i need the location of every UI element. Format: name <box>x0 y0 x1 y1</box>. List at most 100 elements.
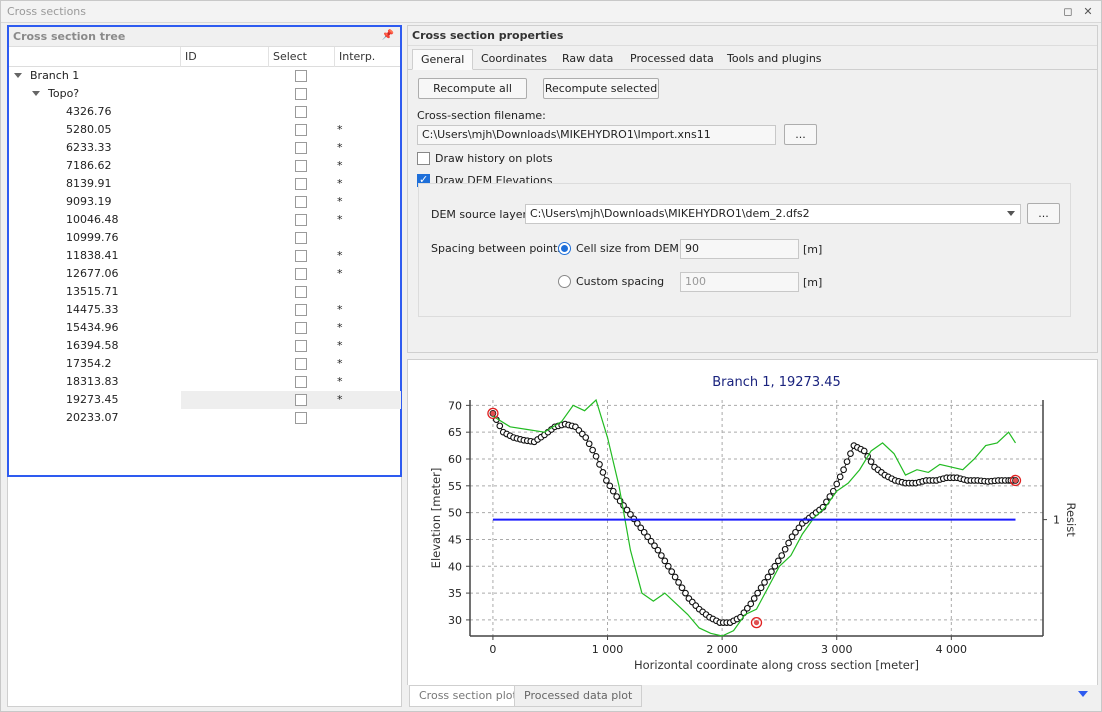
select-checkbox[interactable] <box>295 160 307 172</box>
custom-spacing-field[interactable]: 100 <box>680 272 799 292</box>
select-checkbox[interactable] <box>295 358 307 370</box>
select-checkbox[interactable] <box>295 214 307 226</box>
interp-marker: * <box>337 123 343 136</box>
column-id[interactable]: ID <box>180 47 268 67</box>
select-checkbox[interactable] <box>295 340 307 352</box>
interp-marker: * <box>337 177 343 190</box>
tree-row[interactable]: 12677.06 * <box>9 265 400 283</box>
profile-point-marker <box>867 458 875 466</box>
close-icon[interactable]: ✕ <box>1079 3 1097 21</box>
select-checkbox[interactable] <box>295 196 307 208</box>
dropdown-arrow-icon[interactable] <box>1078 691 1088 697</box>
tree-row[interactable]: 6233.33 * <box>9 139 400 157</box>
chevron-down-icon[interactable] <box>1007 211 1015 216</box>
tree-panel-empty-area <box>7 477 402 707</box>
pin-icon[interactable]: 📌 <box>382 30 394 41</box>
tree-row[interactable]: 14475.33 * <box>9 301 400 319</box>
profile-point-marker <box>836 473 844 481</box>
interp-marker: * <box>337 213 343 226</box>
tree-row[interactable]: 10999.76 <box>9 229 400 247</box>
select-checkbox[interactable] <box>295 268 307 280</box>
tree-row-label: 9093.19 <box>66 195 112 208</box>
select-checkbox[interactable] <box>295 250 307 262</box>
filename-label: Cross-section filename: <box>417 109 546 122</box>
interp-marker: * <box>337 267 343 280</box>
tree-row[interactable]: 20233.07 <box>9 409 400 427</box>
select-checkbox[interactable] <box>295 70 307 82</box>
tab-tools-and-plugins[interactable]: Tools and plugins <box>719 49 830 70</box>
select-checkbox[interactable] <box>295 178 307 190</box>
tree-branch-row[interactable]: Branch 1 <box>9 67 400 85</box>
draw-history-label: Draw history on plots <box>435 152 553 165</box>
interp-marker: * <box>337 393 343 406</box>
profile-point-marker <box>778 552 786 559</box>
tree-row[interactable]: 8139.91 * <box>9 175 400 193</box>
browse-filename-button[interactable]: ... <box>784 124 817 145</box>
tree-row[interactable]: 18313.83 * <box>9 373 400 391</box>
column-select[interactable]: Select <box>268 47 334 67</box>
filename-field[interactable]: C:\Users\mjh\Downloads\MIKEHYDRO1\Import… <box>417 125 776 145</box>
select-checkbox[interactable] <box>295 412 307 424</box>
tab-raw-data[interactable]: Raw data <box>554 49 621 70</box>
tab-cross-section-plot[interactable]: Cross section plot <box>409 685 527 707</box>
x-axis-label: Horizontal coordinate along cross sectio… <box>634 658 919 672</box>
cell-size-radio[interactable] <box>558 242 571 255</box>
tree-row[interactable]: 4326.76 <box>9 103 400 121</box>
profile-point-marker <box>840 466 847 474</box>
tab-processed-data-plot[interactable]: Processed data plot <box>514 685 643 707</box>
interp-marker: * <box>337 249 343 262</box>
profile-point-marker <box>582 434 590 441</box>
expand-arrow-icon[interactable] <box>32 91 40 96</box>
select-checkbox[interactable] <box>295 106 307 118</box>
column-interp[interactable]: Interp. <box>334 47 400 67</box>
recompute-selected-button[interactable]: Recompute selected <box>543 78 659 99</box>
select-checkbox[interactable] <box>295 286 307 298</box>
browse-dem-button[interactable]: ... <box>1027 203 1060 224</box>
profile-point-marker <box>675 579 682 586</box>
profile-point-marker <box>678 584 686 592</box>
tree-row[interactable]: 10046.48 * <box>9 211 400 229</box>
select-checkbox[interactable] <box>295 376 307 388</box>
tree-row-label: 12677.06 <box>66 267 119 280</box>
tab-processed-data[interactable]: Processed data <box>622 49 722 70</box>
tree-row[interactable]: 16394.58 * <box>9 337 400 355</box>
y-tick-label: 30 <box>448 614 462 627</box>
select-checkbox[interactable] <box>295 304 307 316</box>
profile-point-marker <box>757 584 765 592</box>
custom-spacing-radio[interactable] <box>558 275 571 288</box>
recompute-all-button[interactable]: Recompute all <box>418 78 527 99</box>
tree-row[interactable]: 9093.19 * <box>9 193 400 211</box>
restore-icon[interactable]: ◻ <box>1059 3 1077 21</box>
profile-point-marker <box>781 545 789 553</box>
properties-tabs: General Coordinates Raw data Processed d… <box>408 46 1097 70</box>
expand-arrow-icon[interactable] <box>14 73 22 78</box>
select-checkbox[interactable] <box>295 88 307 100</box>
tree-topo-row[interactable]: Topo? <box>9 85 400 103</box>
tree-title: Cross section tree <box>13 30 126 43</box>
draw-history-checkbox[interactable] <box>417 152 430 165</box>
topo-label: Topo? <box>48 87 80 100</box>
select-checkbox[interactable] <box>295 232 307 244</box>
cell-size-field[interactable]: 90 <box>680 239 799 259</box>
tab-general[interactable]: General <box>412 49 474 70</box>
x-tick-label: 2 000 <box>706 643 738 656</box>
tree-row[interactable]: 7186.62 * <box>9 157 400 175</box>
select-checkbox[interactable] <box>295 394 307 406</box>
tree-row[interactable]: 5280.05 * <box>9 121 400 139</box>
tree-row[interactable]: 11838.41 * <box>9 247 400 265</box>
tab-coordinates[interactable]: Coordinates <box>473 49 555 70</box>
cross-section-plot-panel: 0 1 000 2 000 3 000 4 000 30 35 40 45 50 55 60 65 70 1… <box>407 359 1098 686</box>
tree-row[interactable]: 15434.96 * <box>9 319 400 337</box>
tree-row-label: 7186.62 <box>66 159 112 172</box>
select-checkbox[interactable] <box>295 124 307 136</box>
tree-row[interactable]: 13515.71 <box>9 283 400 301</box>
y-tick-label: 60 <box>448 453 462 466</box>
select-checkbox[interactable] <box>295 322 307 334</box>
profile-point-marker <box>661 557 669 565</box>
select-checkbox[interactable] <box>295 142 307 154</box>
profile-point-marker <box>596 461 603 468</box>
profile-point-marker <box>599 469 607 476</box>
tree-row[interactable]: 17354.2 * <box>9 355 400 373</box>
tree-row[interactable]: 19273.45 * <box>9 391 401 409</box>
dem-source-dropdown[interactable]: C:\Users\mjh\Downloads\MIKEHYDRO1\dem_2.… <box>525 204 1021 224</box>
